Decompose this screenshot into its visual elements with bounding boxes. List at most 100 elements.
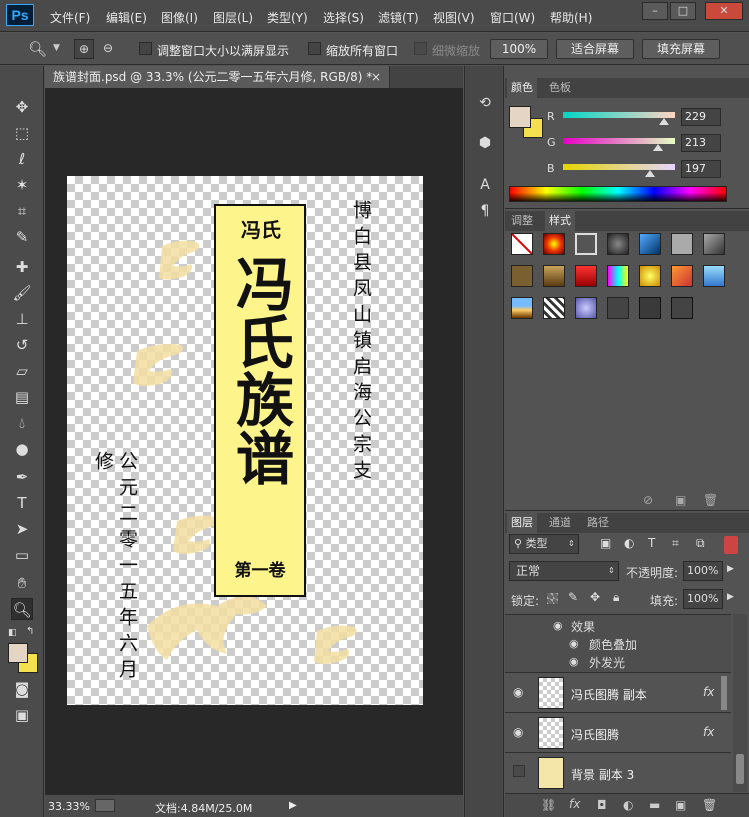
tab-styles[interactable]: 样式 [545, 211, 575, 231]
marquee-tool-icon[interactable]: ⬚ [11, 122, 33, 144]
eye-icon[interactable]: ◉ [553, 619, 563, 632]
eye-icon[interactable]: ◉ [513, 725, 523, 739]
new-layer-icon[interactable]: ▣ [675, 798, 686, 812]
lasso-tool-icon[interactable]: ℓ [11, 148, 33, 170]
zoom-all-windows-checkbox[interactable] [308, 42, 321, 55]
style-swatch[interactable] [511, 265, 533, 287]
delete-layer-icon[interactable]: 🗑︎ [702, 798, 717, 812]
add-style-icon[interactable]: fx [569, 797, 580, 811]
default-colors-icon[interactable]: ◧ [8, 628, 17, 638]
canvas-area[interactable]: 冯氏 冯氏族谱 第一卷 博白县凤山镇启海公宗支 公元二零一五年六月修 [45, 88, 463, 794]
shape-tool-icon[interactable]: ▭ [11, 544, 33, 566]
foreground-color-swatch[interactable] [8, 643, 28, 663]
menu-layer[interactable]: 图层(L) [213, 9, 253, 26]
style-swatch[interactable] [639, 233, 661, 255]
style-swatch[interactable] [671, 297, 693, 319]
magic-wand-tool-icon[interactable]: ✶ [11, 174, 33, 196]
scroll-handle[interactable] [721, 676, 727, 710]
style-swatch[interactable] [511, 297, 533, 319]
type-tool-icon[interactable]: T [11, 492, 33, 514]
blue-slider[interactable] [563, 164, 675, 170]
lock-paint-icon[interactable]: ✎ [568, 590, 578, 604]
document-canvas[interactable]: 冯氏 冯氏族谱 第一卷 博白县凤山镇启海公宗支 公元二零一五年六月修 [67, 176, 423, 705]
link-layers-icon[interactable]: ⛓ [541, 798, 556, 812]
new-style-icon[interactable]: ▣ [675, 493, 686, 507]
layers-scrollbar[interactable] [733, 614, 747, 792]
zoom-in-icon[interactable]: ⊕ [74, 39, 94, 59]
lock-position-icon[interactable]: ✥ [590, 590, 600, 604]
layer-filter-select[interactable]: ⚲ 类型 ⇕ [509, 534, 579, 554]
maximize-button[interactable]: □ [670, 2, 696, 20]
blue-value-field[interactable]: 197 [681, 160, 721, 178]
pen-tool-icon[interactable]: ✒ [11, 466, 33, 488]
healing-brush-tool-icon[interactable]: ✚ [11, 256, 33, 278]
style-swatch[interactable] [639, 265, 661, 287]
style-swatch[interactable] [607, 297, 629, 319]
style-swatch[interactable] [543, 297, 565, 319]
fit-screen-button[interactable]: 适合屏幕 [556, 39, 634, 59]
clear-style-icon[interactable]: ⊘ [643, 493, 653, 507]
menu-image[interactable]: 图像(I) [161, 9, 198, 26]
filter-smart-object-icon[interactable]: ⧉ [696, 536, 705, 551]
status-icon[interactable] [95, 799, 115, 812]
add-mask-icon[interactable]: ◘ [597, 798, 607, 812]
blur-tool-icon[interactable]: 💧︎ [11, 412, 33, 434]
menu-view[interactable]: 视图(V) [433, 9, 475, 26]
layer-name[interactable]: 冯氏图腾 [571, 726, 619, 743]
zoom-tool-icon[interactable]: 🔍︎ [11, 598, 33, 620]
new-group-icon[interactable]: ▬ [649, 798, 660, 812]
history-brush-tool-icon[interactable]: ↺ [11, 334, 33, 356]
scrubby-zoom-checkbox[interactable] [414, 42, 427, 55]
new-adjustment-icon[interactable]: ◐ [623, 798, 633, 812]
move-tool-icon[interactable]: ✥ [11, 96, 33, 118]
layer-fx-icon[interactable]: fx [703, 725, 714, 739]
tab-color[interactable]: 颜色 [507, 78, 537, 98]
filter-shape-icon[interactable]: ⌗ [672, 536, 679, 551]
brush-tool-icon[interactable]: 🖌︎ [11, 282, 33, 304]
effect-color-overlay[interactable]: 颜色叠加 [589, 636, 637, 653]
screen-mode-icon[interactable]: ▣ [11, 704, 33, 726]
swap-colors-icon[interactable]: ↰ [26, 626, 34, 637]
lock-transparency-icon[interactable] [547, 593, 558, 604]
status-menu-arrow-icon[interactable]: ▶ [289, 800, 297, 811]
tab-paths[interactable]: 路径 [583, 513, 613, 533]
zoom-tool-preset-icon[interactable]: 🔍︎ [28, 40, 47, 58]
path-selection-tool-icon[interactable]: ➤ [11, 518, 33, 540]
minimize-button[interactable]: – [642, 2, 668, 20]
layer-name[interactable]: 背景 副本 3 [571, 766, 634, 783]
tab-layers[interactable]: 图层 [507, 513, 537, 533]
tab-channels[interactable]: 通道 [545, 513, 575, 533]
style-swatch[interactable] [607, 233, 629, 255]
fill-field[interactable]: 100% [683, 589, 723, 609]
eraser-tool-icon[interactable]: ▱ [11, 360, 33, 382]
filter-pixel-icon[interactable]: ▣ [600, 536, 611, 550]
layer-row[interactable]: 背景 副本 3 [505, 752, 731, 792]
green-slider-thumb[interactable] [653, 144, 663, 151]
filter-type-icon[interactable]: T [648, 536, 655, 550]
style-swatch[interactable] [639, 297, 661, 319]
menu-edit[interactable]: 编辑(E) [106, 9, 147, 26]
blend-mode-select[interactable]: 正常 ⇕ [509, 561, 619, 581]
hand-tool-icon[interactable]: ✋︎ [11, 572, 33, 594]
visibility-off-box[interactable] [513, 765, 525, 777]
close-button[interactable]: ✕ [705, 2, 743, 20]
style-swatch[interactable] [671, 233, 693, 255]
eye-icon[interactable]: ◉ [513, 685, 523, 699]
menu-select[interactable]: 选择(S) [323, 9, 364, 26]
style-swatch[interactable] [703, 233, 725, 255]
paragraph-panel-icon[interactable]: ¶ [474, 200, 496, 222]
layer-name[interactable]: 冯氏图腾 副本 [571, 686, 647, 703]
3d-panel-icon[interactable]: ⬢ [474, 132, 496, 154]
layer-row[interactable]: ◉ 冯氏图腾 fx [505, 712, 731, 752]
style-swatch[interactable] [543, 265, 565, 287]
style-swatch[interactable] [671, 265, 693, 287]
lock-all-icon[interactable]: 🔒︎ [613, 590, 619, 605]
style-swatch[interactable] [703, 265, 725, 287]
delete-style-icon[interactable]: 🗑︎ [703, 493, 718, 507]
style-swatch[interactable] [575, 297, 597, 319]
menu-window[interactable]: 窗口(W) [490, 9, 535, 26]
eye-icon[interactable]: ◉ [569, 637, 579, 650]
menu-type[interactable]: 类型(Y) [267, 9, 308, 26]
zoom-out-icon[interactable]: ⊖ [98, 39, 118, 59]
opacity-dropdown-icon[interactable]: ▶ [727, 564, 734, 574]
